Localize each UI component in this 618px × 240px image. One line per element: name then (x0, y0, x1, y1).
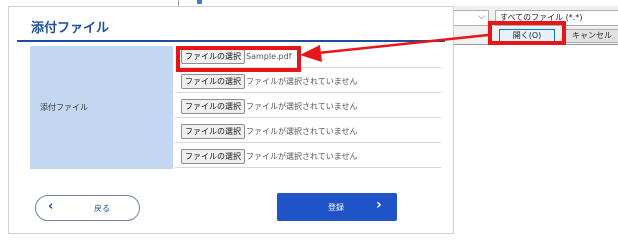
title-divider (17, 40, 445, 42)
file-input-row: ファイルの選択 ファイルが選択されていません (175, 146, 441, 168)
submit-button-label: 登録 (328, 203, 344, 212)
attachment-panel: 添付ファイル 添付ファイル ファイルの選択 Sample.pdf ファイルの選択… (8, 6, 454, 234)
choose-file-button[interactable]: ファイルの選択 (181, 124, 245, 139)
submit-button[interactable]: 登録 › (277, 193, 397, 221)
folder-icon (197, 0, 202, 4)
choose-file-button[interactable]: ファイルの選択 (181, 74, 245, 89)
file-status-text: ファイルが選択されていません (246, 152, 358, 161)
file-input-row: ファイルの選択 ファイルが選択されていません (175, 71, 441, 93)
selected-file-highlight (176, 46, 301, 72)
file-input-row: ファイルの選択 ファイルが選択されていません (175, 121, 441, 143)
back-button-label: 戻る (94, 204, 110, 213)
chevron-right-icon: › (376, 197, 382, 213)
choose-file-button[interactable]: ファイルの選択 (181, 99, 245, 114)
open-button-highlight (488, 21, 566, 45)
chevron-left-icon: ‹ (48, 199, 54, 214)
cancel-button[interactable]: キャンセル (565, 29, 618, 43)
file-status-text: ファイルが選択されていません (246, 102, 358, 111)
choose-file-button[interactable]: ファイルの選択 (181, 149, 245, 164)
chevron-down-icon[interactable]: ⌵ (478, 12, 485, 22)
back-button[interactable]: ‹ 戻る (35, 195, 140, 221)
dialog-folder-item[interactable] (197, 0, 205, 5)
attachment-field-label: 添付ファイル (30, 46, 173, 169)
file-status-text: ファイルが選択されていません (246, 77, 358, 86)
page-title: 添付ファイル (31, 21, 110, 36)
file-input-row: ファイルの選択 ファイルが選択されていません (175, 96, 441, 118)
file-status-text: ファイルが選択されていません (246, 127, 358, 136)
